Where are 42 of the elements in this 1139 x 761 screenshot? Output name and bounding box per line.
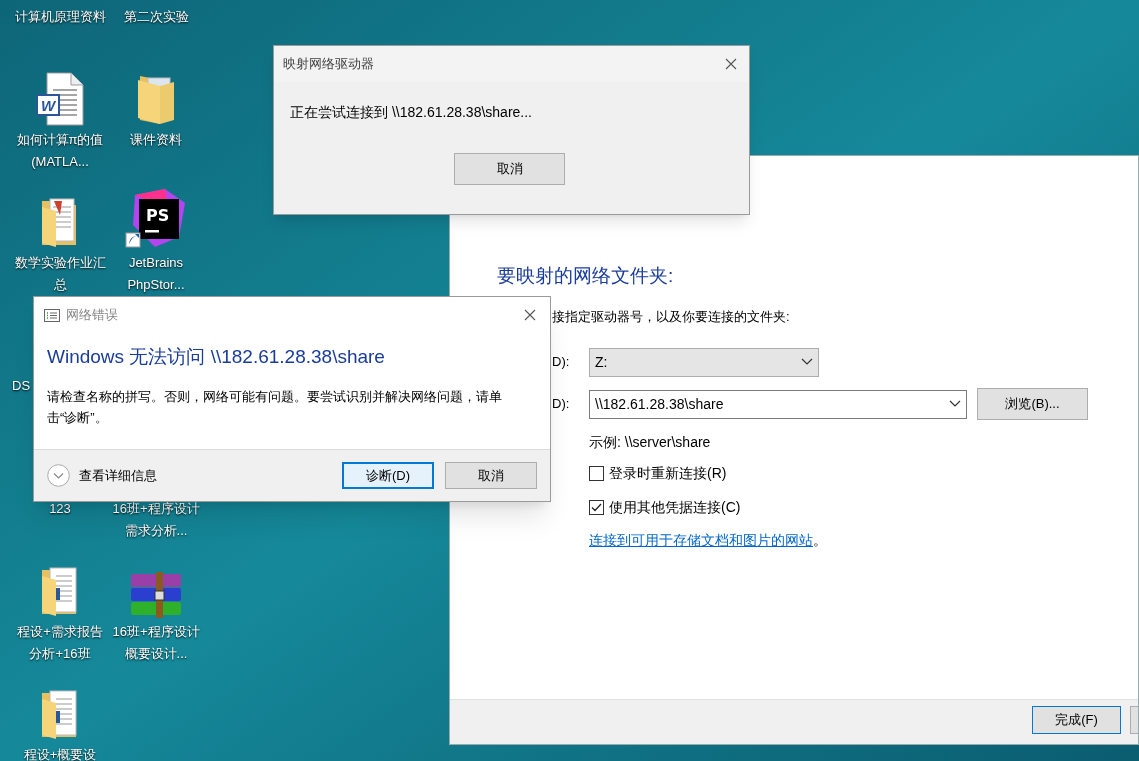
chevron-down-icon (949, 400, 961, 408)
website-link[interactable]: 连接到可用于存储文档和图片的网站 (589, 530, 813, 550)
desktop-icon-label[interactable]: 16班+程序设计概要设计... (109, 621, 203, 665)
close-icon[interactable] (524, 309, 536, 321)
folder-combobox[interactable]: \\182.61.28.38\share (589, 389, 967, 419)
desktop-icon-label[interactable]: 第二次实验 (109, 6, 203, 28)
link-period: 。 (813, 531, 827, 550)
browse-button[interactable]: 浏览(B)... (977, 388, 1088, 420)
list-icon (44, 308, 60, 322)
desktop-icon-label[interactable]: 数学实验作业汇总 (13, 252, 107, 296)
desktop-icon-label[interactable]: 计算机原理资料 (13, 6, 107, 28)
desktop-icon-label[interactable]: JetBrains PhpStor... (109, 252, 203, 296)
stacked-books-icon (129, 572, 183, 618)
chevron-down-icon (801, 358, 813, 366)
checkbox-label[interactable]: 登录时重新连接(R) (609, 463, 727, 483)
wizard-heading: 要映射的网络文件夹: (497, 264, 675, 288)
close-icon[interactable] (725, 58, 737, 70)
desktop-icon-label[interactable]: 程设+需求报告分析+16班 (13, 621, 107, 665)
cancel-button[interactable]: 取消 (454, 153, 565, 185)
dialog-button[interactable]: 取消 (445, 462, 537, 489)
chevron-down-icon[interactable] (47, 464, 70, 487)
drive-dropdown[interactable]: Z: (589, 347, 819, 377)
dialog-button[interactable]: 诊断(D) (342, 462, 434, 489)
folder-label: D): (552, 395, 570, 414)
checkbox[interactable] (589, 465, 604, 481)
desktop-icon-label[interactable]: 课件资料 (109, 129, 203, 151)
error-message: 请检查名称的拼写。否则，网络可能有问题。要尝试识别并解决网络问题，请单击“诊断”。 (47, 388, 503, 427)
dialog-title: 映射网络驱动器 (283, 55, 374, 74)
desktop-icon-label[interactable]: 如何计算π的值(MATLA... (13, 129, 107, 173)
desktop-icon-label[interactable]: DS (12, 375, 31, 397)
connecting-message: 正在尝试连接到 \\182.61.28.38\share... (290, 103, 532, 122)
desktop-icon-label[interactable]: 123 (13, 498, 107, 520)
desktop-icon-label[interactable]: 程设+概要设 (13, 744, 107, 761)
finish-button[interactable]: 完成(F) (1032, 706, 1122, 734)
example-text: 示例: \\server\share (589, 433, 711, 452)
drive-label: D): (552, 353, 570, 372)
checkbox[interactable] (589, 499, 604, 515)
dialog-title: 网络错误 (66, 306, 118, 325)
checkbox-label[interactable]: 使用其他凭据连接(C) (609, 497, 741, 517)
error-heading: Windows 无法访问 \\182.61.28.38\share (47, 345, 385, 369)
instruction-text: 接指定驱动器号，以及你要连接的文件夹: (552, 308, 790, 326)
details-link[interactable]: 查看详细信息 (79, 465, 157, 486)
